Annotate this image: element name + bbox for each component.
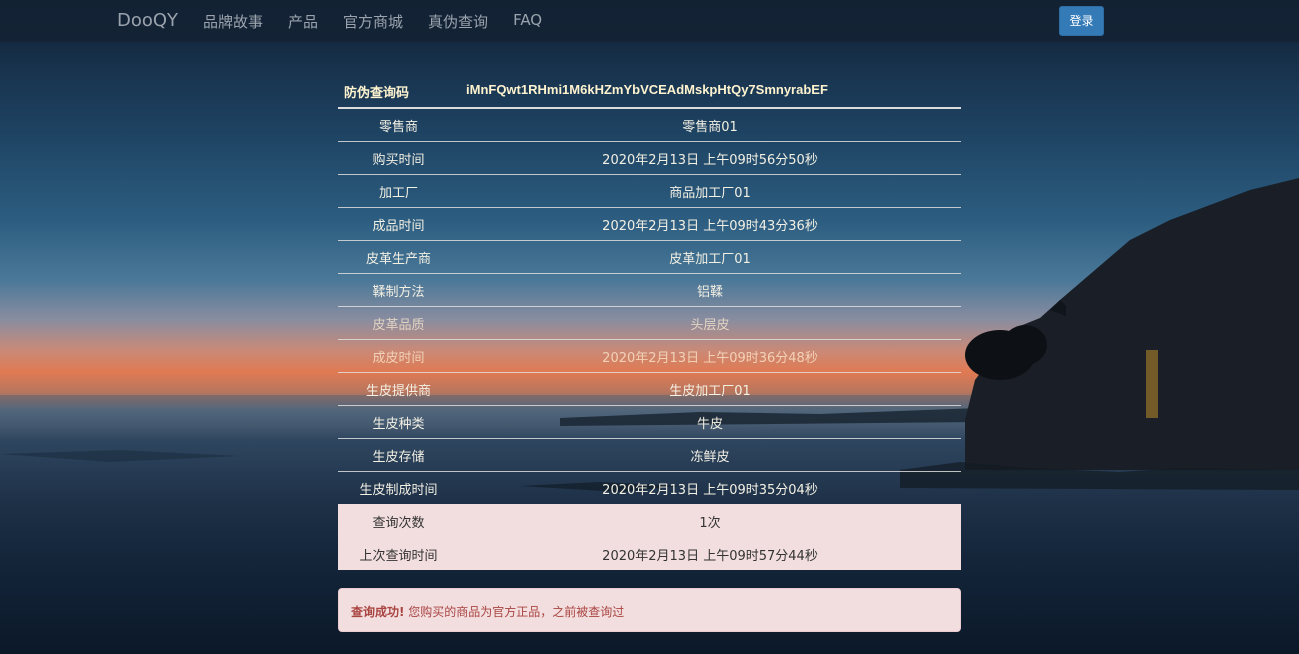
row-value: 2020年2月13日 上午09时57分44秒 xyxy=(459,537,961,570)
nav-link-official-store[interactable]: 官方商城 xyxy=(343,11,403,32)
row-value: 生皮加工厂01 xyxy=(459,372,961,406)
nav-link-authenticity-check[interactable]: 真伪查询 xyxy=(428,11,488,32)
row-key: 鞣制方法 xyxy=(338,273,459,307)
product-trace-table: 零售商 零售商01 购买时间 2020年2月13日 上午09时56分50秒 加工厂商… xyxy=(338,109,961,570)
row-value: 零售商01 xyxy=(682,119,738,135)
row-key: 皮革品质 xyxy=(338,306,459,340)
table-row: 成皮时间 2020年2月13日 上午09时36分48秒 xyxy=(338,339,961,373)
row-value: 皮革加工厂01 xyxy=(459,240,961,274)
row-value: 商品加工厂01 xyxy=(459,174,961,208)
brand-logo-text[interactable]: DooQY xyxy=(117,10,178,31)
alert-strong-text: 查询成功! xyxy=(351,605,405,619)
row-key: 生皮提供商 xyxy=(338,372,459,406)
row-key: 加工厂 xyxy=(338,174,459,208)
row-key: 皮革生产商 xyxy=(338,240,459,274)
row-value: 头层皮 xyxy=(459,306,961,340)
table-row: 生皮种类 牛皮 xyxy=(338,405,961,439)
table-row: 皮革生产商 皮革加工厂01 xyxy=(338,240,961,274)
nav-link-faq[interactable]: FAQ xyxy=(513,11,542,32)
nav-links: 品牌故事 产品 官方商城 真伪查询 FAQ xyxy=(203,11,567,32)
row-key: 生皮存储 xyxy=(338,438,459,472)
query-success-alert: 查询成功! 您购买的商品为官方正品，之前被查询过 xyxy=(338,588,961,632)
row-key: 成品时间 xyxy=(338,207,459,241)
row-key: 成皮时间 xyxy=(338,339,459,373)
nav-link-brand-story[interactable]: 品牌故事 xyxy=(203,11,263,32)
row-value: 2020年2月13日 上午09时43分36秒 xyxy=(459,207,961,241)
table-row-last-query-time: 上次查询时间 2020年2月13日 上午09时57分44秒 xyxy=(338,537,961,570)
table-row: 生皮存储 冻鲜皮 xyxy=(338,438,961,472)
table-row-query-count: 查询次数 1次 xyxy=(338,504,961,538)
row-key: 生皮种类 xyxy=(338,405,459,439)
table-row: 成品时间 2020年2月13日 上午09时43分36秒 xyxy=(338,207,961,241)
row-value: 2020年2月13日 上午09时35分04秒 xyxy=(459,471,961,505)
table-row: 加工厂 商品加工厂01 xyxy=(338,174,961,208)
alert-message: 您购买的商品为官方正品，之前被查询过 xyxy=(404,605,625,619)
navbar: DooQY 品牌故事 产品 官方商城 真伪查询 FAQ 登录 xyxy=(0,0,1299,42)
row-key: 购买时间 xyxy=(338,141,459,175)
nav-link-products[interactable]: 产品 xyxy=(288,11,318,32)
table-row: 购买时间 2020年2月13日 上午09时56分50秒 xyxy=(338,141,961,175)
row-value: 牛皮 xyxy=(459,405,961,439)
row-key: 零售商 xyxy=(378,119,418,135)
query-code-label: 防伪查询码 xyxy=(344,86,410,101)
query-result-panel: 防伪查询码 iMnFQwt1RHmi1M6kHZmYbVCEAdMskpHtQy… xyxy=(338,74,961,570)
query-code-value: iMnFQwt1RHmi1M6kHZmYbVCEAdMskpHtQy7Smnyr… xyxy=(466,82,828,97)
login-button[interactable]: 登录 xyxy=(1059,6,1104,36)
row-key: 查询次数 xyxy=(338,504,459,538)
row-value: 1次 xyxy=(459,504,961,538)
table-row: 皮革品质 头层皮 xyxy=(338,306,961,340)
row-value: 冻鲜皮 xyxy=(459,438,961,472)
table-row: 鞣制方法 铝鞣 xyxy=(338,273,961,307)
query-code-header: 防伪查询码 iMnFQwt1RHmi1M6kHZmYbVCEAdMskpHtQy… xyxy=(338,74,961,109)
row-value: 铝鞣 xyxy=(459,273,961,307)
row-key: 上次查询时间 xyxy=(338,537,459,570)
table-row: 生皮制成时间 2020年2月13日 上午09时35分04秒 xyxy=(338,471,961,505)
table-row: 生皮提供商 生皮加工厂01 xyxy=(338,372,961,406)
table-row: 零售商 零售商01 xyxy=(338,109,961,142)
row-value: 2020年2月13日 上午09时36分48秒 xyxy=(459,339,961,373)
row-value: 2020年2月13日 上午09时56分50秒 xyxy=(459,141,961,175)
row-key: 生皮制成时间 xyxy=(338,471,459,505)
